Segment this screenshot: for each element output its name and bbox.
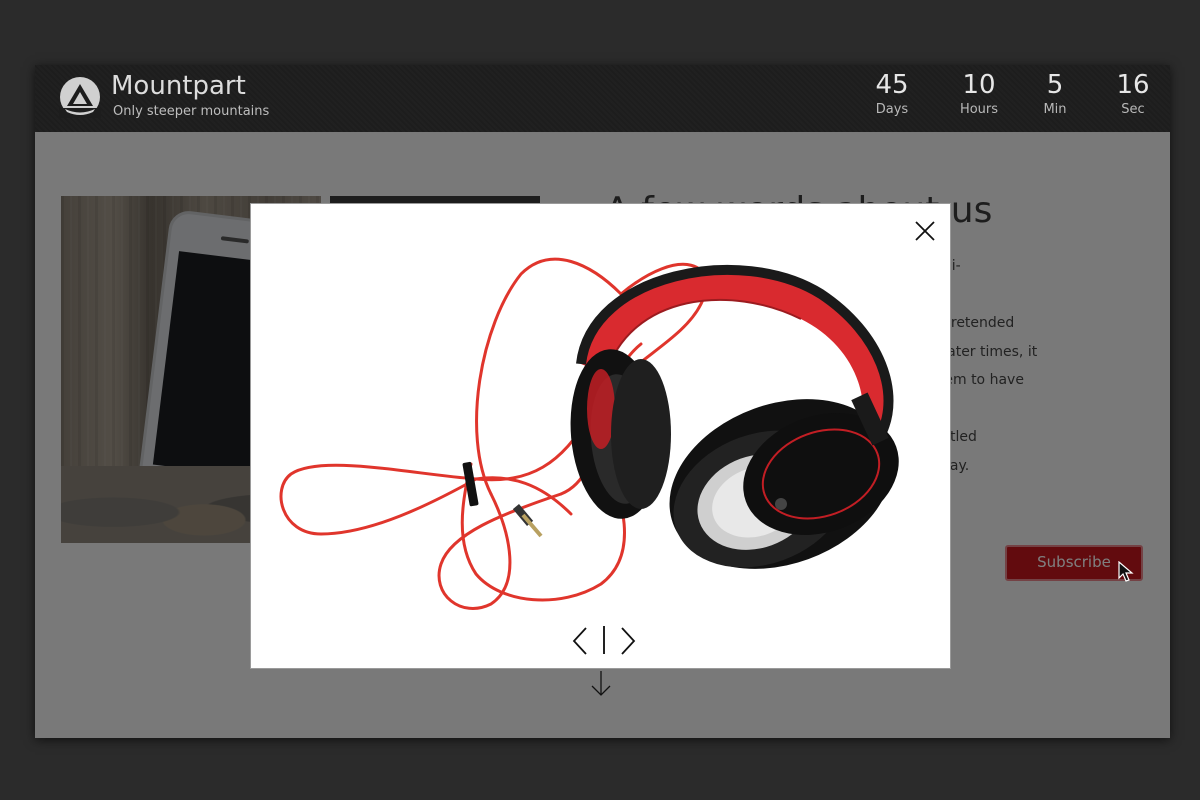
countdown-value: 16 [1116, 70, 1150, 100]
chevron-left-icon[interactable] [566, 624, 594, 658]
countdown-minutes: 5 Min [1020, 69, 1090, 119]
countdown-label: Hours [959, 102, 999, 117]
mountpart-logo-icon[interactable] [59, 76, 101, 118]
countdown-value: 45 [875, 70, 909, 100]
headphones-image [279, 257, 899, 610]
chevron-right-icon[interactable] [614, 624, 642, 658]
countdown-label: Days [875, 102, 909, 117]
countdown-value: 5 [1046, 70, 1064, 100]
brand-tagline: Only steeper mountains [113, 104, 270, 119]
site-header: Mountpart Only steeper mountains 45 Days… [35, 65, 1170, 132]
image-lightbox [250, 203, 951, 669]
countdown-label: Min [1043, 102, 1067, 117]
countdown-seconds: 16 Sec [1098, 69, 1168, 119]
lightbox-navigation [566, 624, 641, 658]
countdown-hours: 10 Hours [944, 69, 1014, 119]
nav-divider [603, 626, 605, 654]
mouse-pointer-icon [1118, 561, 1134, 582]
countdown-label: Sec [1121, 102, 1145, 117]
countdown-days: 45 Days [857, 69, 927, 119]
brand-title[interactable]: Mountpart [111, 71, 246, 101]
countdown-value: 10 [962, 70, 996, 100]
